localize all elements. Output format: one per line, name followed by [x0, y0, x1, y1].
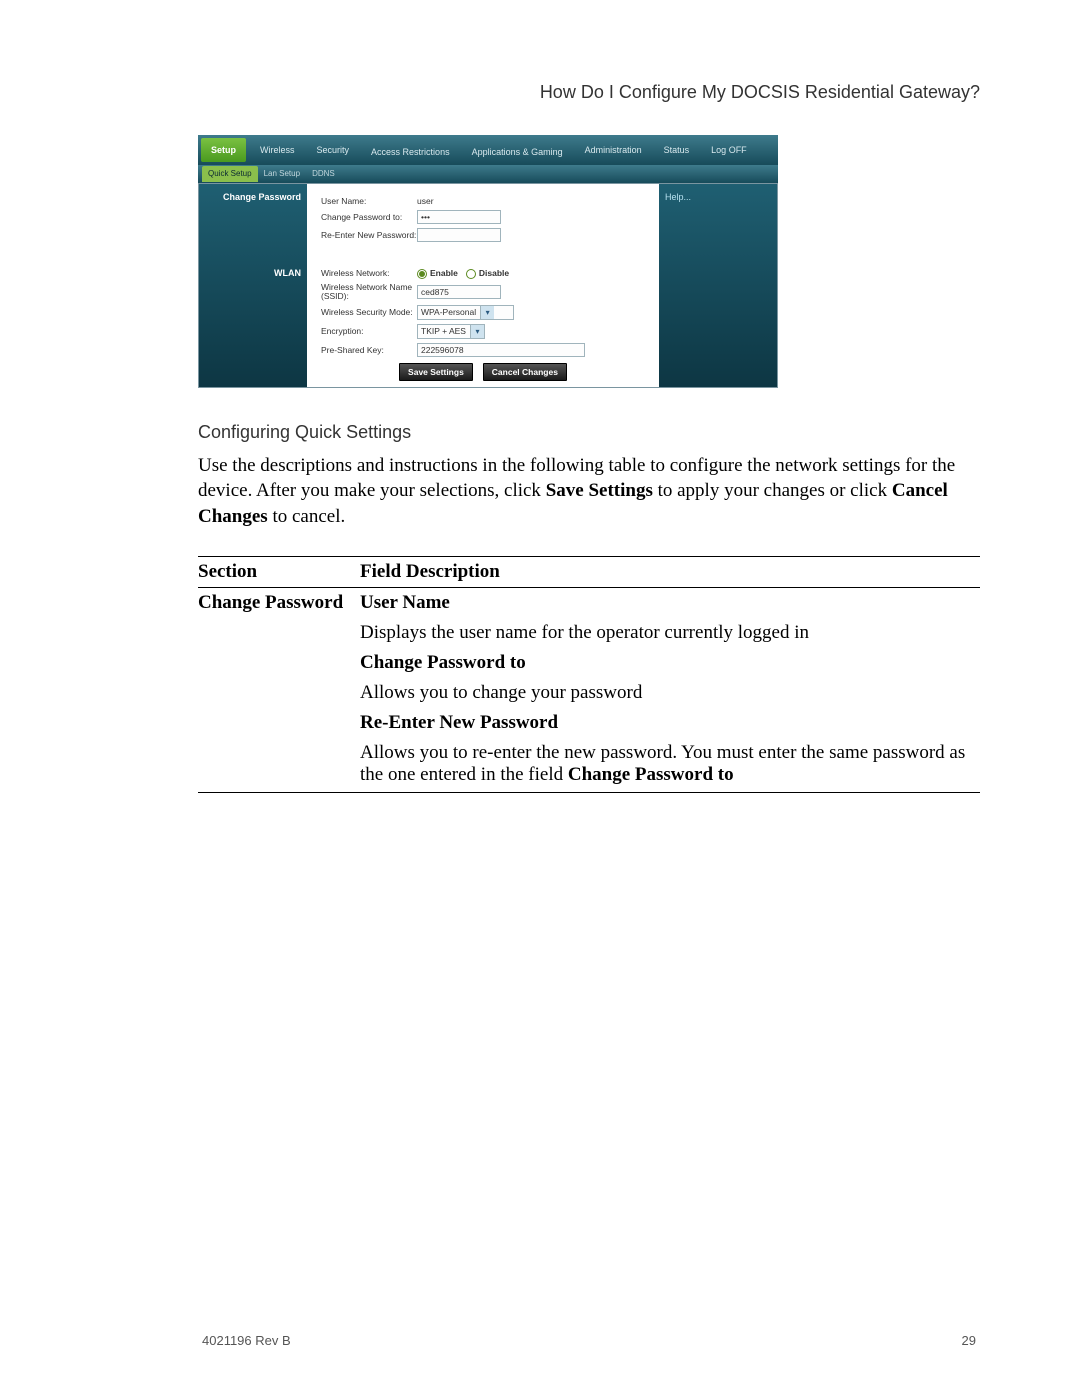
tab-security[interactable]: Security: [306, 135, 361, 165]
desc-reenter-password: Allows you to re-enter the new password.…: [360, 738, 980, 793]
intro-paragraph: Use the descriptions and instructions in…: [198, 453, 980, 530]
save-settings-button[interactable]: Save Settings: [399, 363, 473, 381]
tab-setup[interactable]: Setup: [201, 138, 246, 162]
caption-configuring-quick-settings: Configuring Quick Settings: [198, 422, 980, 443]
label-reenter-password: Re-Enter New Password:: [321, 230, 417, 240]
field-change-password-to: Change Password to: [360, 652, 526, 673]
section-change-password: Change Password: [199, 184, 307, 206]
desc-change-password-to: Allows you to change your password: [360, 678, 980, 708]
label-change-password: Change Password to:: [321, 212, 417, 222]
label-user-name: User Name:: [321, 196, 417, 206]
footer-docid: 4021196 Rev B: [202, 1333, 291, 1348]
desc-user-name: Displays the user name for the operator …: [360, 618, 980, 648]
tab-applications-gaming[interactable]: Applications & Gaming: [461, 143, 574, 158]
router-screenshot: Setup Wireless Security Access Restricti…: [198, 135, 778, 388]
chevron-down-icon: ▾: [480, 306, 494, 319]
main-nav: Setup Wireless Security Access Restricti…: [198, 135, 778, 165]
tab-administration[interactable]: Administration: [574, 135, 653, 165]
chevron-down-icon: ▾: [470, 325, 484, 338]
tab-access-restrictions[interactable]: Access Restrictions: [360, 143, 461, 158]
radio-disable[interactable]: Disable: [466, 268, 509, 279]
input-change-password[interactable]: •••: [417, 210, 501, 224]
label-psk: Pre-Shared Key:: [321, 345, 417, 355]
form-area: User Name: user Change Password to: ••• …: [307, 184, 659, 387]
footer-page-number: 29: [962, 1333, 976, 1348]
radio-dot-icon: [417, 269, 427, 279]
side-labels: Change Password WLAN: [199, 184, 307, 387]
label-security-mode: Wireless Security Mode:: [321, 308, 417, 317]
help-link[interactable]: Help...: [665, 192, 691, 202]
field-description-table: Section Field Description Change Passwor…: [198, 556, 980, 793]
label-encryption: Encryption:: [321, 326, 417, 336]
label-ssid: Wireless Network Name (SSID):: [321, 283, 417, 301]
input-ssid[interactable]: ced875: [417, 285, 501, 299]
select-security-mode[interactable]: WPA-Personal▾: [417, 305, 514, 320]
subtab-ddns[interactable]: DDNS: [306, 166, 341, 182]
label-wireless-network: Wireless Network:: [321, 268, 417, 278]
cancel-changes-button[interactable]: Cancel Changes: [483, 363, 567, 381]
page-title: How Do I Configure My DOCSIS Residential…: [198, 82, 980, 103]
section-wlan: WLAN: [199, 260, 307, 282]
tab-logoff[interactable]: Log OFF: [700, 135, 758, 165]
subtab-quick-setup[interactable]: Quick Setup: [202, 166, 258, 182]
tab-wireless[interactable]: Wireless: [249, 135, 306, 165]
radio-enable[interactable]: Enable: [417, 268, 458, 279]
value-user-name: user: [417, 196, 434, 206]
subtab-lan-setup[interactable]: Lan Setup: [258, 166, 306, 182]
sub-nav: Quick Setup Lan Setup DDNS: [198, 165, 778, 183]
tab-status[interactable]: Status: [653, 135, 701, 165]
input-psk[interactable]: 222596078: [417, 343, 585, 357]
section-cell: Change Password: [198, 587, 360, 618]
input-reenter-password[interactable]: [417, 228, 501, 242]
col-section: Section: [198, 556, 360, 587]
page-footer: 4021196 Rev B 29: [198, 1333, 980, 1348]
select-encryption[interactable]: TKIP + AES▾: [417, 324, 485, 339]
radio-dot-icon: [466, 269, 476, 279]
field-user-name: User Name: [360, 592, 450, 613]
help-panel: Help...: [659, 184, 777, 387]
col-field-description: Field Description: [360, 556, 980, 587]
field-reenter-password: Re-Enter New Password: [360, 712, 558, 733]
